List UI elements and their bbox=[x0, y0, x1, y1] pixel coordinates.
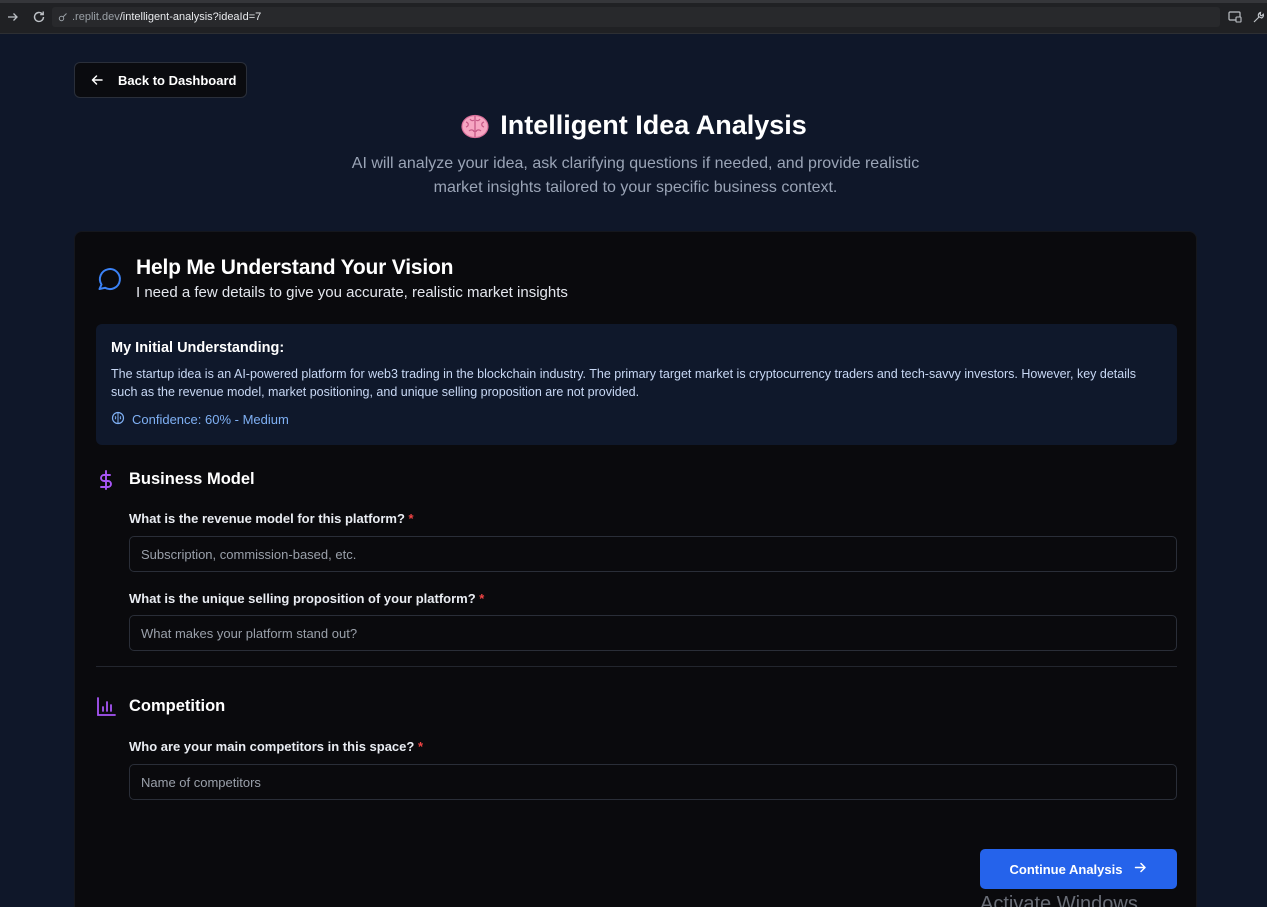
address-bar[interactable]: .replit.dev/intelligent-analysis?ideaId=… bbox=[52, 7, 1220, 27]
arrow-left-icon bbox=[90, 73, 104, 87]
continue-button-label: Continue Analysis bbox=[1009, 861, 1123, 877]
confidence-indicator: Confidence: 60% - Medium bbox=[111, 411, 1162, 428]
understanding-text: The startup idea is an AI-powered platfo… bbox=[111, 367, 1136, 399]
required-marker: * bbox=[417, 739, 424, 754]
confidence-text: Confidence: 60% - Medium bbox=[132, 412, 289, 427]
card-title: Help Me Understand Your Vision bbox=[136, 256, 454, 279]
initial-understanding-panel: My Initial Understanding: The startup id… bbox=[96, 324, 1177, 445]
competitors-input[interactable] bbox=[129, 764, 1177, 800]
required-marker: * bbox=[479, 591, 485, 606]
brain-icon bbox=[460, 111, 490, 141]
brain-outline-icon bbox=[111, 411, 125, 428]
page-title: Intelligent Idea Analysis bbox=[0, 110, 1267, 141]
os-activation-watermark: Activate Windows bbox=[980, 893, 1138, 907]
page-title-text: Intelligent Idea Analysis bbox=[500, 110, 807, 140]
arrow-right-icon bbox=[1134, 861, 1147, 877]
section-divider bbox=[96, 666, 1177, 667]
question-text: What is the revenue model for this platf… bbox=[129, 511, 405, 526]
usp-input[interactable] bbox=[129, 615, 1177, 651]
bar-chart-icon bbox=[95, 696, 117, 718]
back-to-dashboard-button[interactable]: Back to Dashboard bbox=[74, 62, 247, 98]
url-host: .replit.dev bbox=[72, 11, 120, 23]
tab-strip-edge bbox=[0, 0, 1267, 3]
forward-icon[interactable] bbox=[5, 9, 21, 25]
cast-icon[interactable] bbox=[1227, 9, 1243, 25]
chat-bubble-icon bbox=[96, 264, 124, 292]
revenue-model-input[interactable] bbox=[129, 536, 1177, 572]
page-subtitle: AI will analyze your idea, ask clarifyin… bbox=[351, 155, 920, 196]
dollar-icon bbox=[95, 469, 117, 491]
browser-toolbar: .replit.dev/intelligent-analysis?ideaId=… bbox=[0, 0, 1267, 34]
reload-icon[interactable] bbox=[31, 9, 47, 25]
understanding-heading: My Initial Understanding: bbox=[111, 340, 285, 356]
required-marker: * bbox=[408, 511, 414, 526]
card-subtitle: I need a few details to give you accurat… bbox=[136, 284, 568, 301]
question-text: What is the unique selling proposition o… bbox=[129, 591, 476, 606]
section-title-business-model: Business Model bbox=[129, 470, 255, 488]
question-label-usp: What is the unique selling proposition o… bbox=[129, 591, 484, 606]
question-label-revenue-model: What is the revenue model for this platf… bbox=[129, 511, 414, 526]
section-title-competition: Competition bbox=[129, 697, 226, 715]
continue-analysis-button[interactable]: Continue Analysis bbox=[980, 849, 1177, 889]
question-text: Who are your main competitors in this sp… bbox=[129, 739, 415, 754]
site-info-icon[interactable] bbox=[58, 11, 70, 23]
wrench-icon[interactable] bbox=[1250, 9, 1266, 25]
back-button-label: Back to Dashboard bbox=[118, 72, 237, 88]
clarification-card: Help Me Understand Your Vision I need a … bbox=[74, 231, 1197, 907]
question-label-competitors: Who are your main competitors in this sp… bbox=[129, 739, 423, 754]
url-path: /intelligent-analysis?ideaId=7 bbox=[119, 11, 262, 23]
